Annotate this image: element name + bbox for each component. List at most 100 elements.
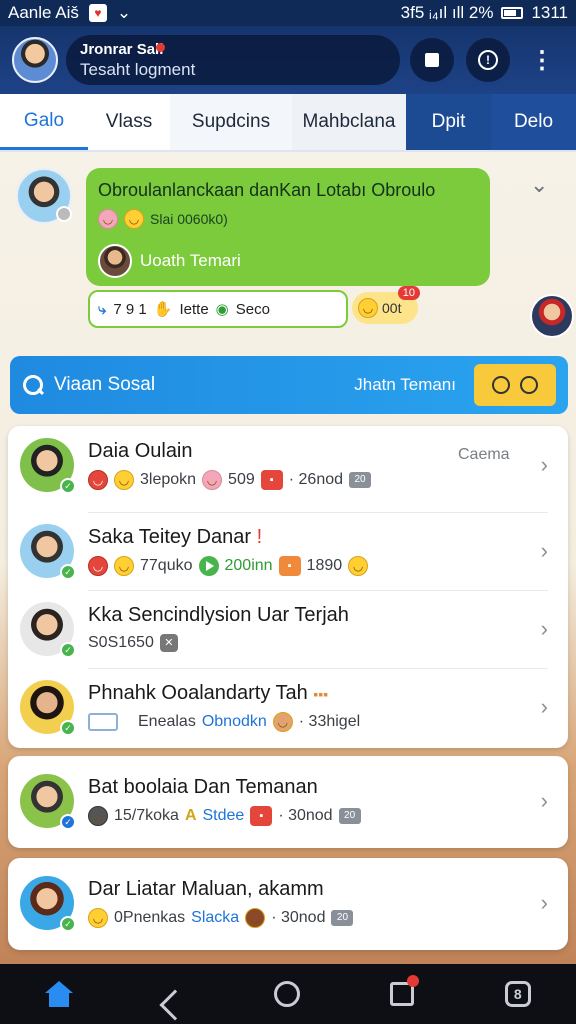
card-icon [88, 713, 118, 731]
expand-chevron-icon[interactable]: ⌄ [530, 172, 548, 198]
status-signal-text: 3f5 ᵢ₄ıl ıll 2% [400, 3, 494, 22]
meta-count: 509 [228, 471, 255, 488]
meta-text: 15/7koka [114, 807, 179, 824]
author-name: Uoath Temari [140, 251, 241, 270]
chevron-right-icon: › [540, 694, 548, 719]
list-item[interactable]: ✓ Bat boolaia Dan Temanan ◡ 15/7koka A S… [8, 762, 568, 840]
meta-text: 0Pnenkas [114, 909, 186, 926]
message-author[interactable]: Uoath Temari [98, 244, 241, 278]
chevron-down-icon: ⌄ [116, 3, 132, 22]
contact-subtitle: Tesaht logment [80, 60, 196, 79]
chevron-right-icon: › [540, 890, 548, 915]
meta-text: Enealas [138, 713, 196, 730]
list-item-title: Dar Liatar Maluan, akamm [88, 878, 324, 900]
list-item-title: Daia Oulain [88, 440, 193, 462]
angry-emoji-icon: ◡ [88, 470, 108, 490]
verified-icon: ✓ [60, 720, 76, 736]
chevron-right-icon: › [540, 788, 548, 813]
list-item-meta: ◡ ◡ 3lepokn ◡ 509 ▪ · 26nod 20 [88, 470, 372, 490]
chat-bubble-icon [492, 376, 510, 394]
verified-icon: ✓ [60, 814, 76, 830]
meta-link: Stdee [202, 807, 245, 824]
list-item[interactable]: ✓ Dar Liatar Maluan, akamm ◡ 0Pnenkas Sl… [8, 864, 568, 942]
red-sticker-icon: ▪ [260, 470, 283, 490]
list-item-title: Phnahk Ooalandarty Tah ▪▪▪ [88, 682, 328, 705]
meta-text: 77quko [140, 557, 193, 574]
contact-card: ✓ Dar Liatar Maluan, akamm ◡ 0Pnenkas Sl… [8, 858, 568, 950]
hands-icon: ✋ [153, 301, 173, 318]
ticket-icon: ▪ [278, 556, 301, 576]
tab-supdcins[interactable]: Supdcins [170, 94, 292, 150]
meta-time: · 30nod [278, 807, 333, 824]
tab-galo[interactable]: Galo [0, 94, 88, 150]
verified-icon: ✓ [60, 642, 76, 658]
meta-text: S0S1650 [88, 634, 154, 651]
list-item-title-text: Phnahk Ooalandarty Tah [88, 682, 308, 704]
tab-bar: Galo Vlass Supdcins Mahbclana Dpit Delo [0, 94, 576, 152]
contact-card: ✓ Bat boolaia Dan Temanan ◡ 15/7koka A S… [8, 756, 568, 848]
meta-link: 200inn [224, 557, 273, 574]
refresh-icon [520, 376, 538, 394]
list-item-meta: ◡ ◡ 77quko 200inn ▪ 1890 ◡ [88, 556, 369, 576]
message-sender-avatar[interactable] [16, 168, 72, 224]
tab-delo[interactable]: Delo [491, 94, 576, 150]
status-indicator [56, 206, 72, 222]
reaction-summary-text: 00t [382, 300, 402, 316]
stop-button[interactable] [410, 38, 454, 82]
a-letter-icon: A [184, 807, 197, 824]
check-icon: ◉ [215, 301, 229, 318]
list-item-meta: S0S1650 ✕ [88, 634, 178, 652]
tab-mahbclana[interactable]: Mahbclana [292, 94, 406, 150]
close-box-icon: ✕ [159, 634, 178, 652]
face-emoji-icon: ◡ [202, 470, 223, 490]
more-vertical-icon[interactable]: ⋮ [520, 38, 564, 82]
face-emoji-icon: ◡ [272, 712, 293, 732]
list-item-title-text: Saka Teitey Danar [88, 526, 252, 548]
info-icon: ! [478, 50, 498, 70]
contacts-card: ✓ Daia Oulain Caema ◡ ◡ 3lepokn ◡ 509 ▪ … [8, 426, 568, 748]
list-item[interactable]: ✓ Saka Teitey Danar ! ◡ ◡ 77quko 200inn … [8, 512, 568, 590]
meta-badge: 20 [349, 472, 372, 488]
contact-name: Jronrar Sali [80, 41, 164, 58]
reaction-bar[interactable]: ⤷ 7 9 1 ✋ Iette ◉ Seco [88, 290, 348, 328]
search-bar[interactable]: Viaan Sosal Jhatn Temanı [10, 356, 568, 414]
chat-actions-button[interactable] [474, 364, 556, 406]
side-participant-avatar[interactable] [530, 294, 574, 338]
search-right-label: Jhatn Temanı [354, 375, 456, 394]
angry-emoji-icon: ◡ [88, 556, 108, 576]
blush-emoji-icon: ◡ [98, 209, 118, 229]
face-emoji-icon: ◡ [245, 908, 266, 928]
meta-time: · 26nod [288, 471, 344, 488]
dark-face-icon: ◡ [88, 806, 108, 826]
profile-avatar[interactable] [12, 37, 58, 83]
tab-dpit[interactable]: Dpit [406, 94, 491, 150]
chevron-right-icon: › [540, 616, 548, 641]
notification-dot [407, 975, 420, 987]
recents-icon[interactable] [390, 975, 420, 1006]
tab-vlass[interactable]: Vlass [88, 94, 170, 150]
verified-icon: ✓ [60, 564, 76, 580]
reaction-text-b: Seco [235, 300, 270, 318]
meta-badge: 20 [331, 910, 354, 926]
home-icon[interactable] [45, 981, 74, 1007]
list-item-meta: ◡ 0Pnenkas Slacka ◡ · 30nod 20 [88, 908, 354, 928]
meta-count: 1890 [306, 557, 343, 574]
message-bubble[interactable]: Obroulanlanckaan danKan Lotabı Obroulo ◡… [86, 168, 490, 286]
status-carrier-text: Aanle Aiš [8, 3, 79, 22]
stop-icon [425, 53, 439, 67]
meta-link: Slacka [191, 909, 240, 926]
meta-link: Obnodkn [201, 713, 267, 730]
status-time: 1311 [531, 3, 568, 22]
home-circle-icon[interactable] [273, 981, 300, 1007]
message-sub: ◡ ◡ Slai 0060k0) [98, 209, 478, 229]
list-item[interactable]: ✓ Kka Sencindlysion Uar Terjah S0S1650 ✕… [8, 590, 568, 668]
status-bar: Aanle Aiš ♥ ⌄ 3f5 ᵢ₄ıl ıll 2% 1311 [0, 0, 576, 26]
reaction-summary[interactable]: ◡ 00t 10 [352, 286, 420, 324]
reaction-text-a: Iette [179, 300, 209, 318]
list-item[interactable]: ✓ Daia Oulain Caema ◡ ◡ 3lepokn ◡ 509 ▪ … [8, 426, 568, 504]
contact-name-pill[interactable]: Jronrar Sali Tesaht logment [66, 35, 400, 85]
list-item[interactable]: ✓ Phnahk Ooalandarty Tah ▪▪▪ Enealas Obn… [8, 668, 568, 746]
info-button[interactable]: ! [466, 38, 510, 82]
app-icon[interactable]: 8 [504, 981, 531, 1007]
reaction-count: 7 9 1 [113, 300, 147, 318]
